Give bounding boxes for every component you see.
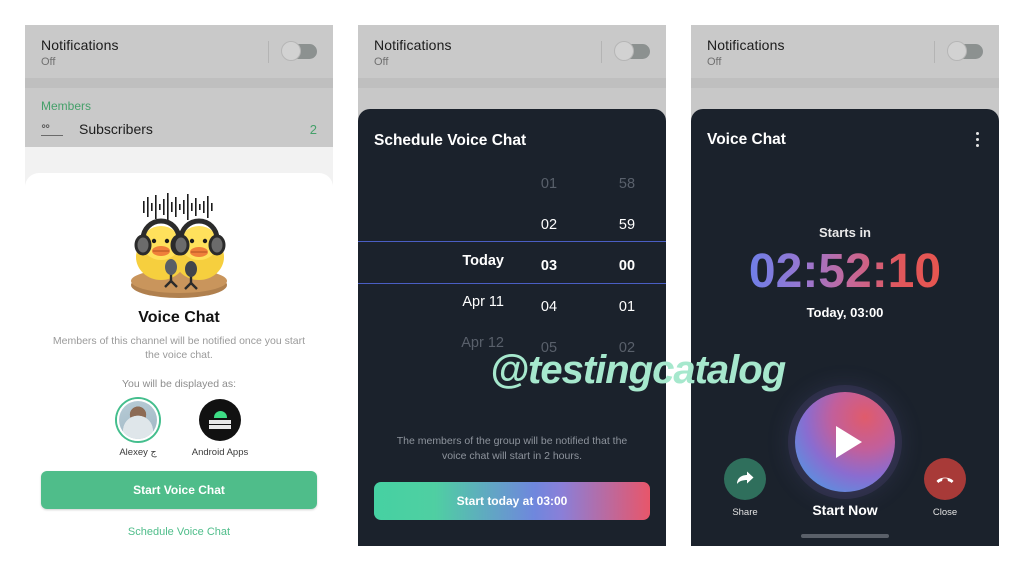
- people-icon: ᐤᐤ: [41, 122, 63, 136]
- picker-column-hour[interactable]: 01 02 03 04 05: [510, 164, 588, 364]
- phone-panel-scheduled-voice-chat: Notifications Off Voice Chat Starts in 0…: [691, 25, 999, 546]
- section-divider: [358, 78, 666, 88]
- schedule-bottom-sheet: Schedule Voice Chat Today Apr 11 Apr 12 …: [358, 109, 666, 546]
- voice-chat-title: Voice Chat: [707, 130, 786, 148]
- avatar[interactable]: [199, 399, 241, 441]
- voice-chat-controls: Share Start Now Close: [691, 392, 999, 518]
- schedule-voice-chat-link[interactable]: Schedule Voice Chat: [128, 526, 230, 538]
- members-header: Members: [25, 88, 333, 119]
- picker-selection-line-bottom: [358, 283, 666, 284]
- notifications-toggle-wrap[interactable]: [934, 40, 983, 63]
- picker-minute-item[interactable]: 58: [619, 164, 635, 205]
- toggle-divider: [268, 40, 269, 63]
- picker-selection-line-top: [358, 241, 666, 242]
- notifications-toggle-wrap[interactable]: [268, 40, 317, 63]
- voice-chat-sheet: Voice Chat Starts in 02:52:10 Today, 03:…: [691, 109, 999, 546]
- schedule-sheet-title: Schedule Voice Chat: [374, 132, 527, 149]
- notifications-row[interactable]: Notifications Off: [25, 25, 333, 78]
- start-now-label: Start Now: [812, 502, 878, 518]
- start-now-control[interactable]: Start Now: [795, 392, 895, 518]
- subscribers-label: Subscribers: [79, 121, 153, 137]
- screenshot-stage: Notifications Off Members ᐤᐤ Subscribers…: [0, 0, 1024, 572]
- settings-backdrop-2: Notifications Off: [358, 25, 666, 88]
- toggle-knob: [281, 41, 301, 61]
- toggle-divider: [934, 40, 935, 63]
- phone-hangup-icon: [936, 477, 954, 483]
- notifications-toggle[interactable]: [947, 41, 983, 61]
- home-indicator: [801, 534, 889, 538]
- voice-chat-bottom-sheet: Voice Chat Members of this channel will …: [25, 173, 333, 560]
- subscribers-row[interactable]: ᐤᐤ Subscribers 2: [25, 119, 333, 147]
- settings-backdrop-3: Notifications Off: [691, 25, 999, 88]
- displayed-as-label: You will be displayed as:: [121, 378, 237, 390]
- play-icon: [836, 426, 862, 458]
- picker-date-item[interactable]: Apr 12: [461, 323, 504, 364]
- datetime-picker[interactable]: Today Apr 11 Apr 12 01 02 03 04 05 58 59: [358, 164, 666, 364]
- close-label: Close: [932, 507, 958, 518]
- start-today-button[interactable]: Start today at 03:00: [374, 482, 650, 520]
- picker-date-item-selected[interactable]: Today: [462, 241, 504, 282]
- ducks-illustration: [113, 191, 245, 303]
- avatar-option-user[interactable]: Alexey ج: [108, 399, 168, 458]
- picker-hour-item[interactable]: 02: [541, 205, 557, 246]
- avatar[interactable]: [117, 399, 159, 441]
- avatar-label: Android Apps: [191, 447, 249, 458]
- notifications-toggle[interactable]: [281, 41, 317, 61]
- notifications-toggle-wrap[interactable]: [601, 40, 650, 63]
- picker-column-date[interactable]: Today Apr 11 Apr 12: [358, 164, 510, 364]
- notifications-row[interactable]: Notifications Off: [358, 25, 666, 78]
- close-control[interactable]: Close: [917, 458, 973, 518]
- picker-hour-item[interactable]: 05: [541, 328, 557, 369]
- picker-hour-item[interactable]: 04: [541, 287, 557, 328]
- notifications-row[interactable]: Notifications Off: [691, 25, 999, 78]
- picker-column-minute[interactable]: 58 59 00 01 02: [588, 164, 666, 364]
- countdown-timer: 02:52:10: [748, 245, 942, 298]
- schedule-note: The members of the group will be notifie…: [396, 435, 628, 462]
- close-button[interactable]: [924, 458, 966, 500]
- picker-minute-item[interactable]: 59: [619, 205, 635, 246]
- picker-hour-item[interactable]: 01: [541, 164, 557, 205]
- section-divider: [691, 78, 999, 88]
- voice-chat-header: Voice Chat: [691, 109, 999, 149]
- share-button[interactable]: [724, 458, 766, 500]
- share-control[interactable]: Share: [717, 458, 773, 518]
- start-now-button[interactable]: [795, 392, 895, 492]
- settings-backdrop-1: Notifications Off Members ᐤᐤ Subscribers…: [25, 25, 333, 147]
- user-photo-icon: [119, 401, 157, 439]
- share-arrow-icon: [737, 471, 754, 484]
- starts-in-label: Starts in: [818, 225, 871, 240]
- subscribers-count: 2: [309, 121, 317, 137]
- section-divider: [25, 78, 333, 88]
- notifications-toggle[interactable]: [614, 41, 650, 61]
- toggle-knob: [947, 41, 967, 61]
- scheduled-time: Today, 03:00: [806, 305, 884, 320]
- picker-minute-item-selected[interactable]: 00: [619, 246, 635, 287]
- picker-hour-item-selected[interactable]: 03: [541, 246, 557, 287]
- picker-date-item[interactable]: Apr 11: [462, 282, 504, 323]
- share-label: Share: [732, 507, 758, 518]
- avatar-label: Alexey ج: [119, 447, 157, 458]
- sheet-title: Voice Chat: [138, 309, 220, 326]
- picker-minute-item[interactable]: 01: [619, 287, 635, 328]
- avatar-option-channel[interactable]: Android Apps: [190, 399, 250, 458]
- channel-logo-icon: [199, 399, 241, 441]
- phone-panel-voice-chat-start: Notifications Off Members ᐤᐤ Subscribers…: [25, 25, 333, 560]
- toggle-divider: [601, 40, 602, 63]
- phone-panel-schedule: Notifications Off Schedule Voice Chat To…: [358, 25, 666, 546]
- start-voice-chat-button[interactable]: Start Voice Chat: [41, 471, 317, 509]
- sheet-description: Members of this channel will be notified…: [52, 335, 306, 361]
- toggle-knob: [614, 41, 634, 61]
- picker-minute-item[interactable]: 02: [619, 328, 635, 369]
- avatar-chooser[interactable]: Alexey ج Android Apps: [108, 399, 250, 458]
- kebab-menu-icon[interactable]: [972, 130, 983, 149]
